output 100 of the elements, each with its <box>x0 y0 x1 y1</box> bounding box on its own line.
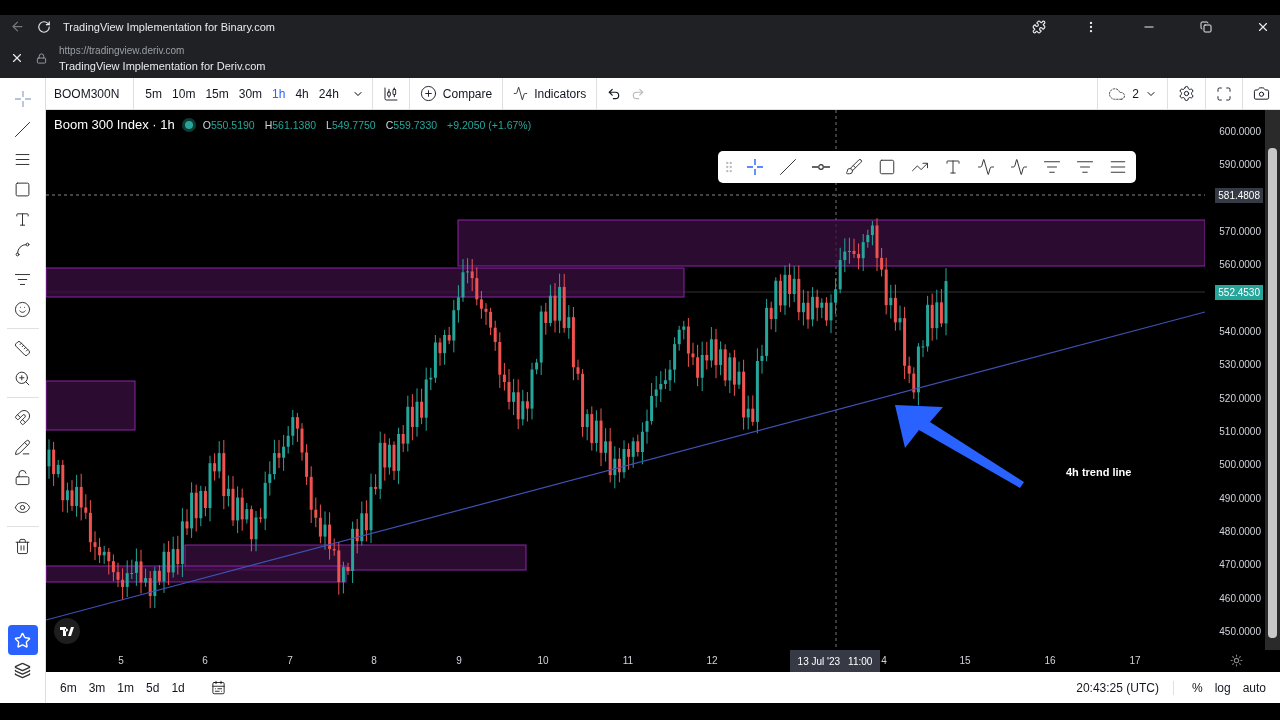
function-icon <box>513 86 529 101</box>
undo-icon <box>607 86 622 101</box>
layout-button[interactable]: 2 <box>1097 77 1167 110</box>
line-icon <box>779 158 797 176</box>
candlestick-icon <box>382 85 399 102</box>
back-icon[interactable] <box>10 19 25 34</box>
crosshair-date-label: 13 Jul '23 11:00 <box>790 650 880 672</box>
smiley-icon <box>14 300 31 318</box>
price-tag: 552.4530 <box>1215 285 1263 300</box>
range-button[interactable]: 6m <box>56 680 81 695</box>
date-label: 4 <box>881 655 887 666</box>
range-button[interactable]: 1m <box>113 680 138 695</box>
compare-button[interactable]: Compare <box>408 77 503 110</box>
restore-icon[interactable] <box>1200 20 1212 33</box>
indicators-button[interactable]: Indicators <box>502 77 597 110</box>
clock-text: 20:43:25 (UTC) <box>1076 680 1174 695</box>
crosshair-icon <box>745 157 765 177</box>
lines-icon <box>1076 158 1094 176</box>
price-label: 500.0000 <box>1219 459 1261 471</box>
logo-icon <box>60 626 74 636</box>
date-label: 16 <box>1044 655 1056 666</box>
price-label: 540.0000 <box>1219 326 1261 337</box>
interval-button[interactable]: 10m <box>167 86 201 101</box>
wave-icon <box>977 158 995 176</box>
date-label: 6 <box>202 655 208 666</box>
page-title: TradingView Implementation for Deriv.com <box>59 59 266 72</box>
layers-icon <box>14 661 31 679</box>
price-label: 510.0000 <box>1219 426 1261 437</box>
settings-icon <box>1178 85 1195 102</box>
status-dot <box>184 120 193 129</box>
crosshair-icon <box>12 89 33 109</box>
price-label: 590.0000 <box>1219 159 1261 171</box>
price-label: 490.0000 <box>1219 492 1261 504</box>
ohlc-value: O550.5190 <box>202 118 255 131</box>
price-label: 600.0000 <box>1219 126 1261 137</box>
symbol-text[interactable]: BOOM300N <box>46 77 135 110</box>
date-label: 8 <box>371 655 377 666</box>
brush-icon <box>845 158 863 176</box>
price-tag: 581.4808 <box>1215 188 1263 203</box>
ohlc-value: H561.1380 <box>264 118 317 131</box>
text-icon <box>944 158 962 176</box>
plus-icon <box>419 85 437 102</box>
scale-option-button[interactable]: auto <box>1238 680 1270 695</box>
date-label: 5 <box>118 655 124 666</box>
change-value: +9.2050 (+1.67%) <box>447 118 532 131</box>
price-label: 460.0000 <box>1219 592 1261 604</box>
settings-icon[interactable] <box>1230 654 1243 667</box>
fullscreen-icon <box>1216 85 1232 102</box>
ruler-icon <box>14 339 31 357</box>
star-icon <box>14 631 31 649</box>
horizontal-line-icon <box>812 164 830 170</box>
price-label: 480.0000 <box>1219 526 1261 537</box>
price-label: 560.0000 <box>1219 259 1261 271</box>
square-icon <box>878 158 896 176</box>
scale-option-button[interactable]: log <box>1210 680 1235 695</box>
url-text: https://tradingview.deriv.com <box>59 44 186 56</box>
interval-button[interactable]: 24h <box>313 86 344 101</box>
range-button[interactable]: 5d <box>142 680 164 695</box>
date-label: 17 <box>1129 655 1141 666</box>
date-label: 10 <box>537 655 549 666</box>
lines-icon <box>1043 158 1061 176</box>
date-label: 11 <box>622 655 634 666</box>
date-label: 9 <box>456 655 462 666</box>
interval-button[interactable]: 1h <box>267 86 291 101</box>
price-label: 470.0000 <box>1219 559 1261 571</box>
ohlc-value: L549.7750 <box>326 118 376 131</box>
curve-icon <box>14 240 31 258</box>
logo-button[interactable] <box>54 618 80 644</box>
annotation-text: 4h trend line <box>1066 466 1132 478</box>
interval-button[interactable]: 4h <box>290 86 314 101</box>
zoom-in-icon <box>14 369 31 387</box>
scale-option-button[interactable]: % <box>1187 680 1207 695</box>
reload-icon[interactable] <box>37 19 51 34</box>
calendar-icon[interactable] <box>210 680 226 695</box>
square-icon <box>14 180 31 198</box>
lock-icon <box>36 52 47 64</box>
close-icon[interactable] <box>10 51 24 65</box>
ohlc-value: C559.7330 <box>385 118 438 131</box>
trash-icon <box>14 537 31 555</box>
interval-button[interactable]: 5m <box>140 86 168 101</box>
scrollbar-thumb[interactable] <box>1268 148 1277 638</box>
unlock-icon <box>14 468 31 486</box>
interval-button[interactable]: 30m <box>233 86 268 101</box>
puzzle-icon[interactable] <box>1032 19 1046 34</box>
range-button[interactable]: 3m <box>84 680 110 695</box>
price-label: 450.0000 <box>1219 626 1261 637</box>
range-button[interactable]: 1d <box>167 680 189 695</box>
wave-icon <box>1010 158 1028 176</box>
text-icon <box>14 210 31 228</box>
price-label: 570.0000 <box>1219 226 1261 237</box>
date-label: 7 <box>287 655 293 666</box>
interval-button[interactable]: 15m <box>200 86 234 101</box>
tab-title: TradingView Implementation for Binary.com <box>63 20 275 33</box>
line-icon <box>14 120 31 138</box>
favorites-button[interactable] <box>7 625 38 655</box>
price-label: 520.0000 <box>1219 392 1261 404</box>
date-label: 15 <box>959 655 971 666</box>
lines-icon <box>1109 158 1127 176</box>
camera-icon <box>1253 85 1270 102</box>
date-label: 12 <box>706 655 718 666</box>
